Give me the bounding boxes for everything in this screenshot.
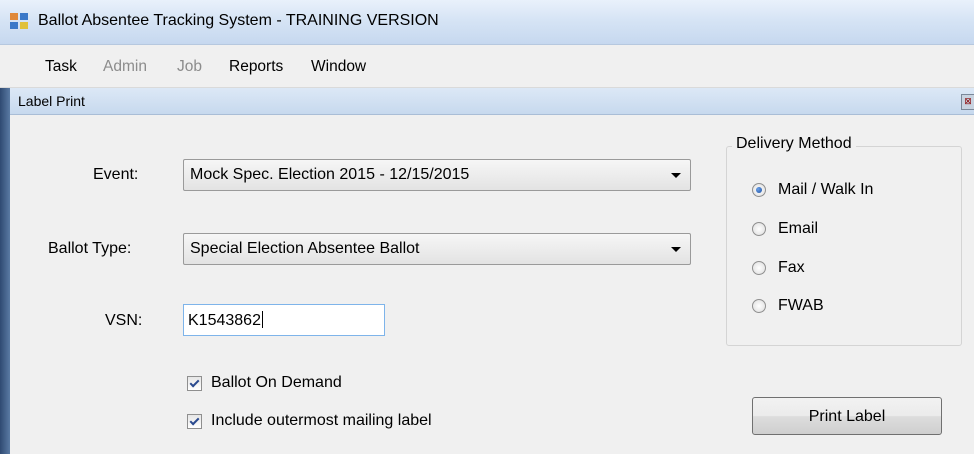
radio-fwab-label: FWAB — [778, 297, 824, 314]
radio-fwab[interactable] — [752, 299, 766, 313]
radio-email[interactable] — [752, 222, 766, 236]
include-mailing-label-checkbox[interactable] — [187, 414, 202, 429]
app-title-bar: Ballot Absentee Tracking System - TRAINI… — [0, 0, 974, 45]
frame-edge — [0, 88, 10, 454]
radio-fax[interactable] — [752, 261, 766, 275]
event-value: Mock Spec. Election 2015 - 12/15/2015 — [190, 166, 470, 183]
radio-email-label: Email — [778, 220, 819, 237]
menu-bar: Task Admin Job Reports Window — [0, 45, 974, 88]
text-caret — [261, 311, 263, 328]
vsn-input[interactable]: K1543862 — [183, 304, 385, 336]
vsn-label: VSN: — [105, 312, 143, 329]
include-mailing-label-label: Include outermost mailing label — [211, 412, 432, 429]
menu-task[interactable]: Task — [45, 58, 77, 76]
menu-job[interactable]: Job — [177, 58, 202, 76]
ballot-type-dropdown[interactable]: Special Election Absentee Ballot — [183, 233, 691, 265]
app-icon — [10, 13, 28, 29]
chevron-down-icon — [671, 173, 681, 178]
ballot-type-value: Special Election Absentee Ballot — [190, 240, 420, 257]
ballot-on-demand-label: Ballot On Demand — [211, 374, 342, 391]
chevron-down-icon — [671, 247, 681, 252]
dialog-title-bar: Label Print ⊠ — [10, 88, 974, 115]
close-icon[interactable]: ⊠ — [961, 94, 974, 110]
delivery-method-title: Delivery Method — [732, 135, 856, 153]
dialog-title: Label Print — [18, 93, 85, 109]
event-dropdown[interactable]: Mock Spec. Election 2015 - 12/15/2015 — [183, 159, 691, 191]
menu-reports[interactable]: Reports — [229, 58, 283, 76]
radio-mail-walk-in-label: Mail / Walk In — [778, 181, 874, 198]
window-title: Ballot Absentee Tracking System - TRAINI… — [38, 12, 439, 29]
event-label: Event: — [93, 166, 139, 183]
radio-mail-walk-in[interactable] — [752, 183, 766, 197]
print-label-button[interactable]: Print Label — [752, 397, 942, 435]
menu-window[interactable]: Window — [311, 58, 366, 76]
vsn-value: K1543862 — [188, 312, 261, 329]
ballot-on-demand-checkbox[interactable] — [187, 376, 202, 391]
delivery-method-group — [726, 146, 962, 346]
menu-admin[interactable]: Admin — [103, 58, 147, 76]
print-label-button-text: Print Label — [808, 408, 886, 425]
radio-fax-label: Fax — [778, 259, 805, 276]
ballot-type-label: Ballot Type: — [48, 240, 132, 257]
